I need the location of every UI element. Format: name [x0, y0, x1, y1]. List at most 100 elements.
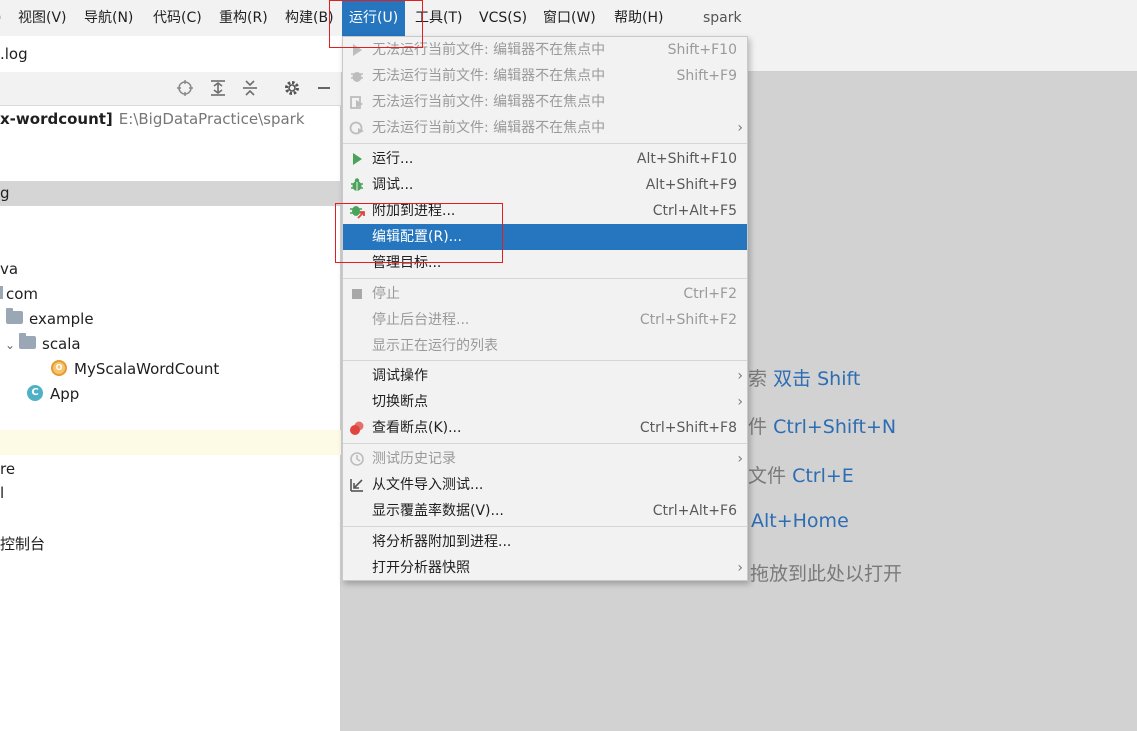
menu-item-label: 管理目标...: [372, 255, 442, 271]
tree-row-external[interactable]: re: [0, 457, 341, 482]
menu-code[interactable]: 代码(C): [153, 0, 202, 36]
chevron-down-icon[interactable]: ⌄: [5, 333, 19, 357]
menu-item-run-current-file[interactable]: 无法运行当前文件: 编辑器不在焦点中 Shift+F10: [343, 37, 747, 63]
menu-separator: [343, 526, 747, 527]
tree-root-path: E:\BigDataPractice\spark: [118, 110, 305, 128]
menu-item-shortcut: Alt+Shift+F10: [636, 151, 737, 167]
menu-item-manage-targets[interactable]: 管理目标...: [343, 250, 747, 276]
menu-item-label: 无法运行当前文件: 编辑器不在焦点中: [372, 120, 606, 136]
hint-text: 件: [748, 416, 768, 438]
menu-item-edit-configurations[interactable]: 编辑配置(R)...: [343, 224, 747, 250]
menu-item-debug-current-file[interactable]: 无法运行当前文件: 编辑器不在焦点中 Shift+F9: [343, 63, 747, 89]
menu-window[interactable]: 窗口(W): [543, 0, 596, 36]
menu-item-label: 调试...: [372, 177, 414, 193]
menu-tools[interactable]: 工具(T): [415, 0, 462, 36]
tree-label: va: [0, 260, 19, 278]
menu-item-shortcut: Ctrl+F2: [683, 286, 737, 302]
menu-item-stop-background[interactable]: 停止后台进程... Ctrl+Shift+F2: [343, 307, 747, 333]
menu-item-label: 停止后台进程...: [372, 312, 470, 328]
menu-item-debug[interactable]: 调试... Alt+Shift+F9: [343, 172, 747, 198]
menu-item-stop[interactable]: 停止 Ctrl+F2: [343, 281, 747, 307]
menu-run[interactable]: 运行(U): [342, 0, 406, 36]
menu-item-attach-to-process[interactable]: 附加到进程... Ctrl+Alt+F5: [343, 198, 747, 224]
menu-item-toggle-breakpoint[interactable]: 切换断点 ›: [343, 389, 747, 415]
menu-item-debug-actions[interactable]: 调试操作 ›: [343, 363, 747, 389]
hide-panel-icon[interactable]: [314, 79, 334, 99]
tree-row-selected[interactable]: g: [0, 181, 341, 206]
tree-label: example: [29, 310, 94, 328]
folder-icon: [0, 286, 3, 299]
tree-row-com[interactable]: com: [0, 282, 341, 307]
tree-row-app[interactable]: C App: [0, 382, 341, 407]
menu-item-label: 显示覆盖率数据(V)...: [372, 503, 504, 519]
tree-label: App: [50, 385, 80, 403]
hint-shortcut: Ctrl+Shift+N: [773, 416, 897, 438]
menu-item-import-tests[interactable]: 从文件导入测试...: [343, 472, 747, 498]
tree-root[interactable]: x-wordcount] E:\BigDataPractice\spark: [0, 107, 341, 132]
java-class-icon: C: [27, 384, 43, 401]
menu-build[interactable]: 构建(B): [285, 0, 334, 36]
menu-item-label: 将分析器附加到进程...: [372, 534, 512, 550]
hint-shortcut: Alt+Home: [751, 510, 849, 532]
expand-all-icon[interactable]: [208, 79, 228, 99]
menu-item-shortcut: Alt+Shift+F9: [645, 177, 737, 193]
hint-shortcut: 双击 Shift: [773, 368, 861, 390]
menu-item-view-breakpoints[interactable]: 查看断点(K)... Ctrl+Shift+F8: [343, 415, 747, 441]
tree-row-console[interactable]: 控制台: [0, 532, 341, 557]
tree-row-scala[interactable]: ⌄ scala: [0, 332, 341, 357]
breakpoints-icon: [350, 421, 364, 435]
menu-refactor[interactable]: 重构(R): [219, 0, 268, 36]
bug-icon: [351, 178, 363, 191]
gear-icon[interactable]: [282, 79, 302, 99]
collapse-all-icon[interactable]: [240, 79, 260, 99]
menu-item-show-running-list[interactable]: 显示正在运行的列表: [343, 333, 747, 359]
menu-edge-glyph: ): [0, 0, 1, 36]
menu-item-test-history[interactable]: 测试历史记录 ›: [343, 446, 747, 472]
menu-item-label: 调试操作: [372, 368, 428, 384]
chevron-right-icon: ›: [737, 560, 743, 576]
project-panel: x-wordcount] E:\BigDataPractice\spark g v…: [0, 72, 341, 731]
menu-item-attach-profiler[interactable]: 将分析器附加到进程...: [343, 529, 747, 555]
history-icon: [350, 452, 364, 466]
play-icon: [353, 44, 362, 56]
stop-icon: [352, 289, 362, 299]
menu-bar: ) 视图(V) 导航(N) 代码(C) 重构(R) 构建(B) 运行(U) 工具…: [0, 0, 1137, 36]
menu-item-label: 运行...: [372, 151, 414, 167]
menu-item-label: 无法运行当前文件: 编辑器不在焦点中: [372, 42, 606, 58]
menu-view[interactable]: 视图(V): [18, 0, 67, 36]
play-icon: [353, 153, 362, 165]
hint-go-to-file: 件 Ctrl+Shift+N: [748, 412, 896, 439]
menu-item-run[interactable]: 运行... Alt+Shift+F10: [343, 146, 747, 172]
chevron-right-icon: ›: [737, 120, 743, 136]
import-icon: [350, 479, 363, 492]
tab-log[interactable]: .log: [0, 36, 342, 72]
menu-separator: [343, 143, 747, 144]
menu-item-label: 切换断点: [372, 394, 428, 410]
menu-help[interactable]: 帮助(H): [614, 0, 663, 36]
locate-icon[interactable]: [175, 79, 195, 99]
menu-item-profile-current-file[interactable]: 无法运行当前文件: 编辑器不在焦点中 ›: [343, 115, 747, 141]
tree-row-example[interactable]: example: [0, 307, 341, 332]
tree-label: re: [0, 460, 16, 478]
tree-row-highlighted[interactable]: [0, 430, 341, 455]
hint-text: 索: [748, 368, 768, 390]
menu-vcs[interactable]: VCS(S): [479, 0, 527, 36]
tree-row-java[interactable]: va: [0, 257, 341, 282]
menu-item-shortcut: Shift+F10: [667, 42, 737, 58]
menu-item-show-coverage[interactable]: 显示覆盖率数据(V)... Ctrl+Alt+F6: [343, 498, 747, 524]
menu-item-shortcut: Ctrl+Alt+F5: [652, 203, 737, 219]
menu-item-label: 打开分析器快照: [372, 560, 470, 576]
hint-text: 文件: [748, 465, 787, 487]
profiler-icon: [349, 121, 364, 135]
menu-item-coverage-current-file[interactable]: 无法运行当前文件: 编辑器不在焦点中: [343, 89, 747, 115]
tree-row-scratch[interactable]: l: [0, 481, 341, 506]
menu-navigate[interactable]: 导航(N): [84, 0, 133, 36]
menu-item-label: 显示正在运行的列表: [372, 338, 498, 354]
scala-object-icon: O: [51, 359, 67, 376]
hint-nav-bar: Alt+Home: [751, 510, 849, 532]
tree-row-myscalawordcount[interactable]: O MyScalaWordCount: [0, 357, 341, 382]
menu-item-open-profiler-snapshot[interactable]: 打开分析器快照 ›: [343, 555, 747, 581]
menu-item-label: 无法运行当前文件: 编辑器不在焦点中: [372, 68, 606, 84]
run-menu-dropdown: 无法运行当前文件: 编辑器不在焦点中 Shift+F10 无法运行当前文件: 编…: [342, 36, 748, 581]
hint-recent-files: 文件 Ctrl+E: [748, 461, 854, 488]
